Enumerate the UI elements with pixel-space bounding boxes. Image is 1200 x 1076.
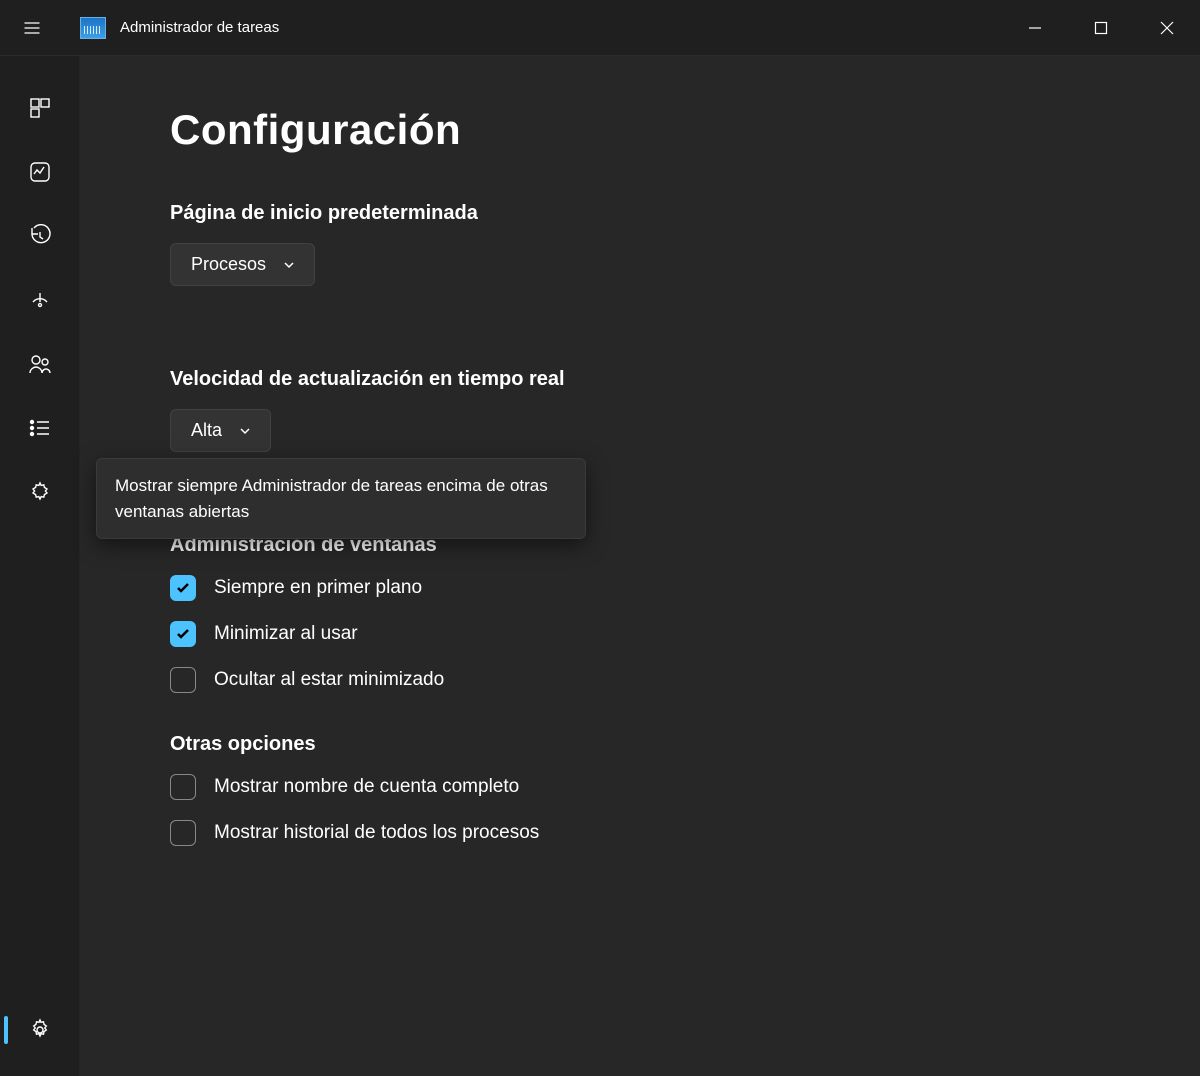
checkbox-history-all-processes[interactable] [170, 820, 196, 846]
gear-icon [28, 1018, 52, 1042]
row-hide-when-minimized: Ocultar al estar minimizado [170, 667, 1200, 693]
app-title: Administrador de tareas [120, 19, 279, 36]
app-icon [80, 17, 106, 39]
checkbox-full-account-name[interactable] [170, 774, 196, 800]
close-button[interactable] [1134, 7, 1200, 49]
sidebar-bottom [0, 998, 79, 1062]
processes-icon [28, 96, 52, 120]
content: Configuración Página de inicio predeterm… [80, 56, 1200, 1076]
label-update-speed: Velocidad de actualización en tiempo rea… [170, 368, 1200, 391]
label-history-all-processes: Mostrar historial de todos los procesos [214, 822, 539, 844]
check-icon [175, 626, 191, 642]
minimize-icon [1028, 21, 1042, 35]
check-icon [175, 580, 191, 596]
checkbox-hide-when-minimized[interactable] [170, 667, 196, 693]
label-always-on-top: Siempre en primer plano [214, 577, 422, 599]
label-minimize-on-use: Minimizar al usar [214, 623, 358, 645]
row-always-on-top: Siempre en primer plano [170, 575, 1200, 601]
nav-services[interactable] [0, 460, 79, 524]
nav-processes[interactable] [0, 76, 79, 140]
row-full-account-name: Mostrar nombre de cuenta completo [170, 774, 1200, 800]
startup-apps-icon [28, 288, 52, 312]
group-default-page: Página de inicio predeterminada Procesos [170, 202, 1200, 328]
services-icon [28, 480, 52, 504]
close-icon [1160, 21, 1174, 35]
nav-performance[interactable] [0, 140, 79, 204]
nav-app-history[interactable] [0, 204, 79, 268]
sidebar [0, 56, 80, 1076]
checkbox-minimize-on-use[interactable] [170, 621, 196, 647]
dropdown-default-page-value: Procesos [191, 254, 266, 275]
page-title: Configuración [170, 106, 1200, 154]
maximize-icon [1094, 21, 1108, 35]
titlebar: Administrador de tareas [0, 0, 1200, 56]
hamburger-icon [22, 18, 42, 38]
performance-icon [28, 160, 52, 184]
checkbox-always-on-top[interactable] [170, 575, 196, 601]
users-icon [28, 352, 52, 376]
chevron-down-icon [282, 258, 296, 272]
label-hide-when-minimized: Ocultar al estar minimizado [214, 669, 444, 691]
window: Administrador de tareas [0, 0, 1200, 1076]
label-default-page: Página de inicio predeterminada [170, 202, 1200, 225]
maximize-button[interactable] [1068, 7, 1134, 49]
dropdown-update-speed-value: Alta [191, 420, 222, 441]
row-minimize-on-use: Minimizar al usar [170, 621, 1200, 647]
minimize-button[interactable] [1002, 7, 1068, 49]
label-full-account-name: Mostrar nombre de cuenta completo [214, 776, 519, 798]
tooltip-always-on-top: Mostrar siempre Administrador de tareas … [96, 458, 586, 539]
body: Configuración Página de inicio predeterm… [0, 56, 1200, 1076]
nav-details[interactable] [0, 396, 79, 460]
dropdown-update-speed[interactable]: Alta [170, 409, 271, 452]
window-controls [1002, 7, 1200, 49]
details-icon [28, 416, 52, 440]
dropdown-default-page[interactable]: Procesos [170, 243, 315, 286]
nav-startup[interactable] [0, 268, 79, 332]
group-window-management: Administración de ventanas Siempre en pr… [170, 534, 1200, 693]
label-other-options: Otras opciones [170, 733, 1200, 756]
hamburger-button[interactable] [8, 4, 56, 52]
group-other-options: Otras opciones Mostrar nombre de cuenta … [170, 733, 1200, 846]
nav-users[interactable] [0, 332, 79, 396]
row-history-all-processes: Mostrar historial de todos los procesos [170, 820, 1200, 846]
nav-settings[interactable] [0, 998, 79, 1062]
chevron-down-icon [238, 424, 252, 438]
app-history-icon [28, 224, 52, 248]
